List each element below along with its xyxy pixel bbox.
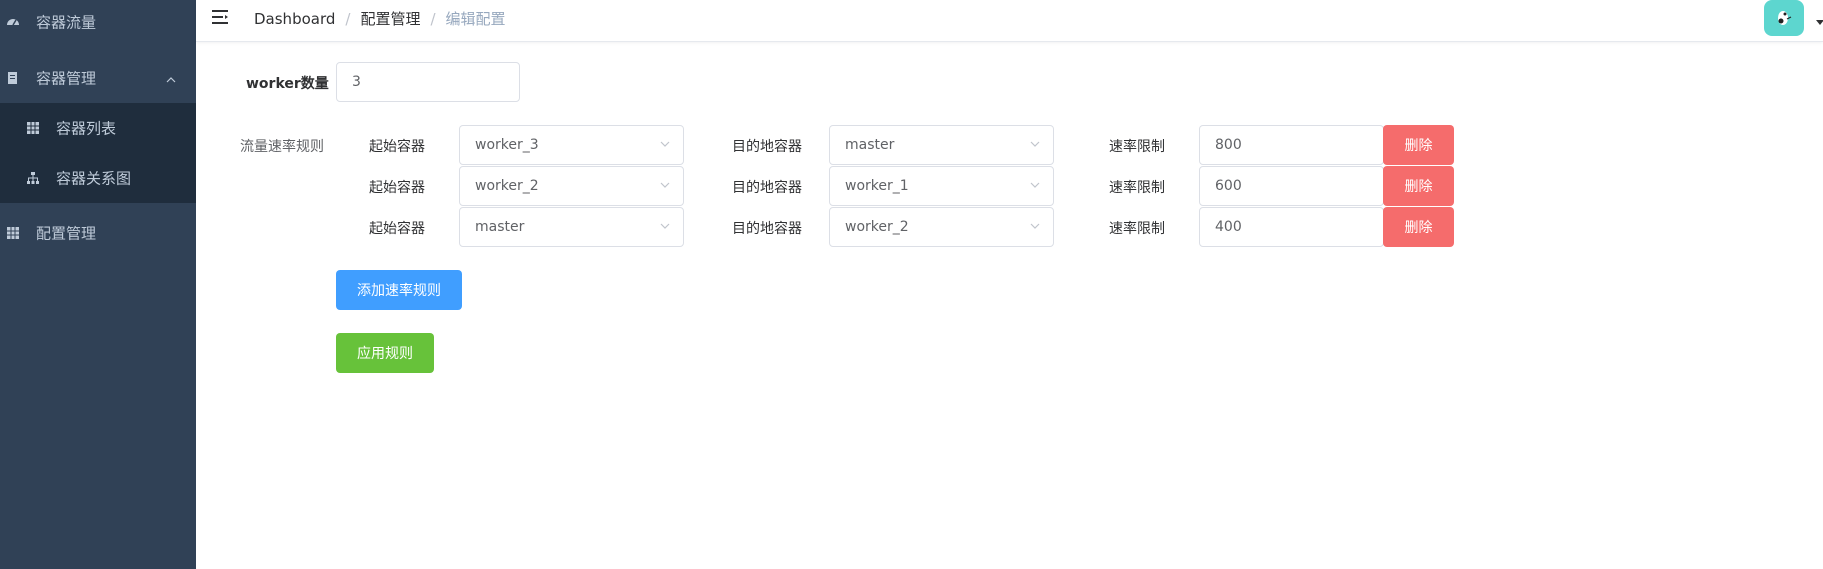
sidebar-item-label: 容器管理 xyxy=(36,69,97,88)
source-select-value: master xyxy=(475,219,525,235)
chevron-down-icon xyxy=(659,138,671,150)
table-icon xyxy=(6,226,20,240)
breadcrumb: Dashboard / 配置管理 / 编辑配置 xyxy=(254,8,506,29)
target-label: 目的地容器 xyxy=(732,139,802,155)
rules-label: 流量速率规则 xyxy=(240,139,324,155)
source-label: 起始容器 xyxy=(369,221,425,237)
source-select-value: worker_2 xyxy=(475,178,539,194)
target-select-value: worker_1 xyxy=(845,178,909,194)
rate-label: 速率限制 xyxy=(1109,139,1165,155)
target-label: 目的地容器 xyxy=(732,180,802,196)
sidebar-item-config-management[interactable]: 配置管理 xyxy=(0,205,196,261)
chevron-up-icon xyxy=(166,69,176,87)
rate-label: 速率限制 xyxy=(1109,180,1165,196)
document-icon xyxy=(6,71,20,85)
tree-icon xyxy=(26,171,40,185)
sidebar-item-container-graph[interactable]: 容器关系图 xyxy=(0,153,196,203)
target-label: 目的地容器 xyxy=(732,221,802,237)
chevron-down-icon xyxy=(659,220,671,232)
source-label: 起始容器 xyxy=(369,180,425,196)
dashboard-icon xyxy=(6,15,20,29)
sidebar-item-label: 容器关系图 xyxy=(56,169,132,188)
target-select-value: worker_2 xyxy=(845,219,909,235)
target-select[interactable]: worker_1 xyxy=(829,166,1054,206)
sidebar: 容器流量 容器管理 容器列表 容器关系图 配置管理 xyxy=(0,0,196,569)
breadcrumb-parent[interactable]: 配置管理 xyxy=(360,8,420,29)
source-select[interactable]: master xyxy=(459,207,684,247)
worker-count-input[interactable]: 3 xyxy=(336,62,520,102)
sidebar-item-label: 容器流量 xyxy=(36,13,97,32)
rate-input[interactable]: 400 xyxy=(1199,207,1384,247)
chevron-down-icon xyxy=(1029,179,1041,191)
breadcrumb-separator: / xyxy=(430,9,436,28)
source-select[interactable]: worker_2 xyxy=(459,166,684,206)
breadcrumb-current: 编辑配置 xyxy=(445,10,506,28)
caret-down-icon[interactable] xyxy=(1816,20,1823,25)
delete-rule-button[interactable]: 删除 xyxy=(1383,166,1454,206)
target-select-value: master xyxy=(845,137,895,153)
add-rule-button[interactable]: 添加速率规则 xyxy=(336,270,462,310)
apply-rules-button[interactable]: 应用规则 xyxy=(336,333,434,373)
chevron-down-icon xyxy=(1029,220,1041,232)
sidebar-item-label: 配置管理 xyxy=(36,224,97,243)
target-select[interactable]: worker_2 xyxy=(829,207,1054,247)
rate-label: 速率限制 xyxy=(1109,221,1165,237)
table-icon xyxy=(26,121,40,135)
delete-rule-button[interactable]: 删除 xyxy=(1383,207,1454,247)
breadcrumb-separator: / xyxy=(345,9,351,28)
submenu-container-management: 容器列表 容器关系图 xyxy=(0,103,196,203)
sidebar-item-label: 容器列表 xyxy=(56,119,117,138)
rate-input[interactable]: 800 xyxy=(1199,125,1384,165)
hamburger-icon[interactable] xyxy=(212,9,230,27)
sidebar-item-container-list[interactable]: 容器列表 xyxy=(0,103,196,153)
rate-input[interactable]: 600 xyxy=(1199,166,1384,206)
source-label: 起始容器 xyxy=(369,139,425,155)
source-select[interactable]: worker_3 xyxy=(459,125,684,165)
source-select-value: worker_3 xyxy=(475,137,539,153)
target-select[interactable]: master xyxy=(829,125,1054,165)
sidebar-item-container-traffic[interactable]: 容器流量 xyxy=(0,0,196,50)
chevron-down-icon xyxy=(659,179,671,191)
navbar: Dashboard / 配置管理 / 编辑配置 xyxy=(196,0,1823,42)
breadcrumb-home[interactable]: Dashboard xyxy=(254,10,335,28)
sidebar-item-container-management[interactable]: 容器管理 xyxy=(0,50,196,106)
chevron-down-icon xyxy=(1029,138,1041,150)
avatar[interactable] xyxy=(1764,0,1804,36)
delete-rule-button[interactable]: 删除 xyxy=(1383,125,1454,165)
worker-count-label: worker数量 xyxy=(246,76,329,92)
